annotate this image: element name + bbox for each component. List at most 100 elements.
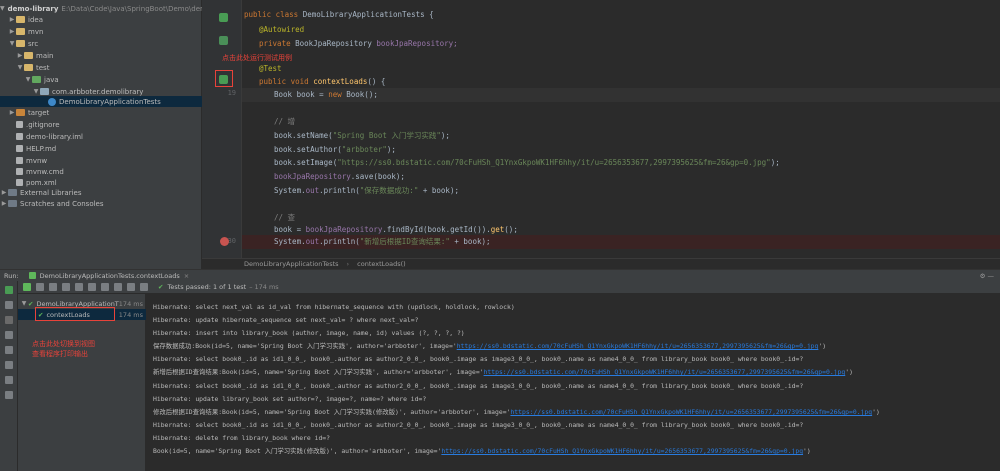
folder-icon	[24, 64, 33, 71]
editor-gutter[interactable]: 19 30	[202, 0, 242, 258]
run-panel-header: Run: DemoLibraryApplicationTests.context…	[0, 269, 1000, 281]
tree-item-label: src	[28, 39, 39, 48]
export-icon[interactable]	[127, 283, 135, 291]
tree-item-label: mvnw	[26, 156, 48, 165]
image-link[interactable]: https://ss0.bdstatic.com/70cFuHSh_Q1YnxG…	[510, 408, 872, 416]
highlight-test-method	[35, 307, 115, 321]
chevron-right-icon[interactable]: ▶	[8, 28, 16, 35]
print-icon[interactable]	[5, 361, 13, 369]
tree-item-external-libraries[interactable]: ▶ External Libraries	[0, 187, 202, 198]
code-editor[interactable]: 19 30 点击此处运行测试用例 public class DemoLibrar…	[202, 0, 1000, 258]
code-line: @Autowired	[259, 25, 305, 34]
show-ignored-icon[interactable]	[36, 283, 44, 291]
file-icon	[16, 179, 23, 186]
run-tab-label: DemoLibraryApplicationTests.contextLoads	[39, 271, 180, 280]
tree-item-idea[interactable]: ▶ idea	[0, 14, 202, 25]
chevron-down-icon[interactable]: ▼	[32, 88, 40, 95]
console-line: Hibernate: select book0_.id as id1_0_0_,…	[153, 382, 804, 390]
test-status-time: – 174 ms	[249, 283, 279, 291]
file-icon	[16, 157, 23, 164]
tree-root[interactable]: ▼ demo-library E:\Data\Code\Java\SpringB…	[0, 3, 236, 14]
tree-item-target[interactable]: ▶ target	[0, 107, 202, 118]
rerun-icon[interactable]	[5, 286, 13, 294]
chevron-down-icon[interactable]: ▼	[16, 64, 24, 71]
breakpoint-icon[interactable]	[220, 237, 229, 246]
chevron-right-icon[interactable]: ▶	[8, 109, 16, 116]
console-output[interactable]: Hibernate: select next_val as id_val fro…	[147, 294, 1000, 471]
trash-icon[interactable]	[5, 376, 13, 384]
tree-item-mvnw[interactable]: mvnw	[0, 155, 202, 166]
check-icon: ✔	[158, 283, 164, 291]
breadcrumb-class[interactable]: DemoLibraryApplicationTests	[244, 260, 339, 268]
line-number: 19	[227, 89, 236, 97]
tree-item-iml[interactable]: demo-library.iml	[0, 131, 202, 142]
prev-failed-icon[interactable]	[101, 283, 109, 291]
settings-icon[interactable]: ⚙ —	[980, 272, 994, 280]
tree-item-test[interactable]: ▼ test	[0, 62, 202, 73]
tree-item-label: .gitignore	[26, 120, 60, 129]
chevron-right-icon[interactable]: ▶	[0, 200, 8, 207]
tree-item-mvnw-cmd[interactable]: mvnw.cmd	[0, 166, 202, 177]
chevron-right-icon[interactable]: ▶	[16, 52, 24, 59]
file-icon	[16, 133, 23, 140]
tree-item-src[interactable]: ▼ src	[0, 38, 202, 49]
code-line: // 增	[274, 117, 296, 126]
tree-item-label: Scratches and Consoles	[20, 199, 104, 208]
highlight-run-test	[215, 70, 233, 87]
sort-alpha-icon[interactable]	[49, 283, 57, 291]
test-results-tree: ▼ ✔ DemoLibraryApplicationT 174 ms ✔ con…	[18, 294, 146, 471]
pin-icon[interactable]	[5, 391, 13, 399]
tree-item-scratches[interactable]: ▶ Scratches and Consoles	[0, 198, 202, 209]
rerun-failed-icon[interactable]	[5, 301, 13, 309]
tree-item-gitignore[interactable]: .gitignore	[0, 119, 202, 130]
console-line: Book(id=5, name='Spring Boot 入门学习实践(修改版)…	[153, 447, 811, 455]
run-horizontal-toolbar: ✔ Tests passed: 1 of 1 test – 174 ms	[18, 281, 1000, 294]
breadcrumb: DemoLibraryApplicationTests › contextLoa…	[202, 258, 1000, 269]
sort-icon[interactable]	[5, 331, 13, 339]
annotation-switch-view-2: 查看程序打印输出	[32, 350, 88, 358]
image-link[interactable]: https://ss0.bdstatic.com/70cFuHSh_Q1YnxG…	[457, 342, 819, 350]
breadcrumb-method[interactable]: contextLoads()	[357, 260, 406, 268]
code-line: public void contextLoads() {	[259, 77, 386, 86]
tree-item-label: demo-library.iml	[26, 132, 83, 141]
show-passed-icon[interactable]	[23, 283, 31, 291]
image-link[interactable]: https://ss0.bdstatic.com/70cFuHSh_Q1YnxG…	[484, 368, 846, 376]
image-link[interactable]: https://ss0.bdstatic.com/70cFuHSh_Q1YnxG…	[441, 447, 803, 455]
class-icon	[48, 97, 56, 106]
tree-item-mvn[interactable]: ▶ mvn	[0, 26, 202, 37]
test-config-icon	[28, 272, 36, 279]
package-icon	[40, 88, 49, 95]
expand-all-icon[interactable]	[75, 283, 83, 291]
tree-item-java[interactable]: ▼ java	[0, 74, 202, 85]
tree-item-label: idea	[28, 15, 43, 24]
chevron-down-icon[interactable]: ▼	[8, 40, 16, 47]
import-tests-icon[interactable]	[5, 346, 13, 354]
tree-item-label: pom.xml	[26, 178, 57, 187]
close-icon[interactable]: ×	[184, 272, 189, 280]
console-line: Hibernate: select next_val as id_val fro…	[153, 303, 515, 311]
tree-item-label: HELP.md	[26, 144, 57, 153]
file-icon	[16, 121, 23, 128]
chevron-down-icon[interactable]: ▼	[0, 5, 5, 12]
settings-icon[interactable]	[140, 283, 148, 291]
tree-item-label: mvn	[28, 27, 44, 36]
chevron-right-icon[interactable]: ▶	[8, 16, 16, 23]
chevron-down-icon[interactable]: ▼	[20, 300, 28, 307]
tree-item-label: target	[28, 108, 50, 117]
run-label: Run:	[4, 271, 19, 280]
breadcrumb-separator: ›	[346, 260, 350, 268]
chevron-down-icon[interactable]: ▼	[24, 76, 32, 83]
run-class-icon[interactable]	[219, 13, 228, 22]
folder-icon	[32, 76, 41, 83]
run-tab[interactable]: DemoLibraryApplicationTests.contextLoads…	[28, 271, 189, 280]
file-icon	[16, 145, 23, 152]
tree-item-help[interactable]: HELP.md	[0, 143, 202, 154]
sort-duration-icon[interactable]	[62, 283, 70, 291]
tree-item-test-class[interactable]: DemoLibraryApplicationTests	[0, 96, 202, 107]
collapse-all-icon[interactable]	[88, 283, 96, 291]
chevron-right-icon[interactable]: ▶	[0, 189, 8, 196]
tree-item-main[interactable]: ▶ main	[0, 50, 202, 61]
console-line: Hibernate: select book0_.id as id1_0_0_,…	[153, 355, 804, 363]
next-failed-icon[interactable]	[114, 283, 122, 291]
stop-icon[interactable]	[5, 316, 13, 324]
